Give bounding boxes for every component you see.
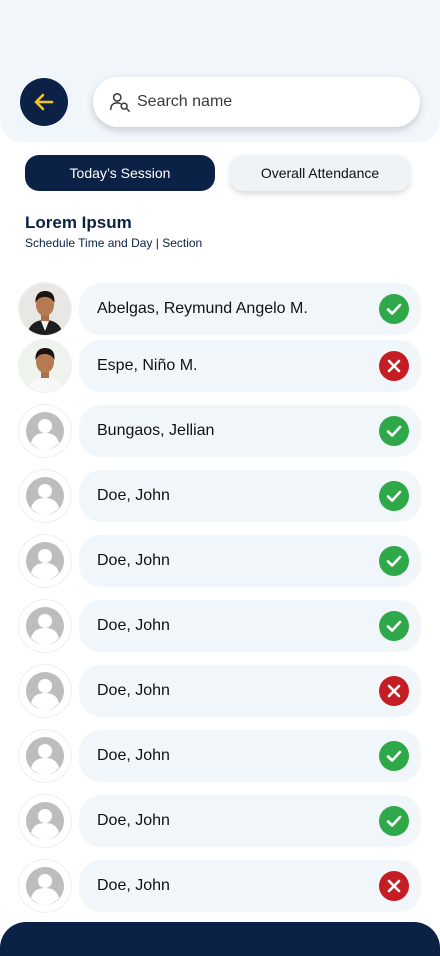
present-status-badge[interactable] — [379, 546, 409, 576]
student-name: Doe, John — [97, 617, 170, 634]
student-name: Abelgas, Reymund Angelo M. — [97, 300, 308, 317]
x-icon — [387, 684, 401, 698]
user-search-icon — [110, 93, 130, 112]
student-row[interactable]: Doe, John — [0, 795, 440, 847]
search-input[interactable] — [137, 93, 387, 111]
attendance-screen: Today’s Session Overall Attendance Lorem… — [0, 0, 440, 956]
student-name: Doe, John — [97, 682, 170, 699]
check-icon — [386, 555, 402, 567]
student-card[interactable]: Doe, John — [79, 730, 421, 782]
check-icon — [386, 490, 402, 502]
tab-todays-session[interactable]: Today’s Session — [25, 155, 215, 191]
user-photo — [19, 283, 71, 335]
student-name: Doe, John — [97, 812, 170, 829]
avatar — [19, 470, 71, 522]
tab-overall-attendance[interactable]: Overall Attendance — [230, 155, 410, 191]
student-row[interactable]: Doe, John — [0, 860, 440, 912]
check-icon — [386, 750, 402, 762]
search-bar[interactable] — [93, 77, 420, 127]
check-icon — [386, 815, 402, 827]
student-card[interactable]: Doe, John — [79, 795, 421, 847]
back-button[interactable] — [20, 78, 68, 126]
avatar — [19, 600, 71, 652]
avatar — [19, 730, 71, 782]
absent-status-badge[interactable] — [379, 676, 409, 706]
check-icon — [386, 620, 402, 632]
student-card[interactable]: Doe, John — [79, 860, 421, 912]
present-status-badge[interactable] — [379, 481, 409, 511]
present-status-badge[interactable] — [379, 806, 409, 836]
student-card[interactable]: Bungaos, Jellian — [79, 405, 421, 457]
present-status-badge[interactable] — [379, 294, 409, 324]
check-icon — [386, 425, 402, 437]
student-row[interactable]: Doe, John — [0, 535, 440, 587]
user-placeholder-icon — [26, 867, 64, 905]
bottom-navigation-bar — [0, 922, 440, 956]
student-name: Doe, John — [97, 877, 170, 894]
avatar — [19, 535, 71, 587]
avatar — [19, 795, 71, 847]
student-card[interactable]: Doe, John — [79, 470, 421, 522]
student-row[interactable]: Abelgas, Reymund Angelo M. — [0, 283, 440, 335]
student-name: Bungaos, Jellian — [97, 422, 215, 439]
x-icon — [387, 359, 401, 373]
present-status-badge[interactable] — [379, 416, 409, 446]
present-status-badge[interactable] — [379, 741, 409, 771]
student-row[interactable]: Doe, John — [0, 470, 440, 522]
student-row[interactable]: Espe, Niño M. — [0, 340, 440, 392]
avatar — [19, 860, 71, 912]
user-placeholder-icon — [26, 802, 64, 840]
student-row[interactable]: Doe, John — [0, 600, 440, 652]
student-card[interactable]: Doe, John — [79, 600, 421, 652]
student-name: Doe, John — [97, 487, 170, 504]
student-row[interactable]: Doe, John — [0, 730, 440, 782]
avatar — [19, 405, 71, 457]
user-placeholder-icon — [26, 672, 64, 710]
student-name: Espe, Niño M. — [97, 357, 198, 374]
x-icon — [387, 879, 401, 893]
student-name: Doe, John — [97, 747, 170, 764]
check-icon — [386, 303, 402, 315]
user-placeholder-icon — [26, 607, 64, 645]
user-photo — [19, 340, 71, 392]
student-row[interactable]: Doe, John — [0, 665, 440, 717]
user-placeholder-icon — [26, 412, 64, 450]
user-placeholder-icon — [26, 542, 64, 580]
student-card[interactable]: Espe, Niño M. — [79, 340, 421, 392]
student-name: Doe, John — [97, 552, 170, 569]
student-row[interactable]: Bungaos, Jellian — [0, 405, 440, 457]
avatar — [19, 665, 71, 717]
student-card[interactable]: Doe, John — [79, 665, 421, 717]
absent-status-badge[interactable] — [379, 351, 409, 381]
student-card[interactable]: Doe, John — [79, 535, 421, 587]
user-placeholder-icon — [26, 477, 64, 515]
arrow-left-icon — [34, 93, 54, 111]
student-card[interactable]: Abelgas, Reymund Angelo M. — [79, 283, 421, 335]
avatar — [19, 283, 71, 335]
absent-status-badge[interactable] — [379, 871, 409, 901]
present-status-badge[interactable] — [379, 611, 409, 641]
class-title: Lorem Ipsum — [25, 213, 132, 232]
user-placeholder-icon — [26, 737, 64, 775]
class-subtitle: Schedule Time and Day | Section — [25, 236, 203, 250]
avatar — [19, 340, 71, 392]
